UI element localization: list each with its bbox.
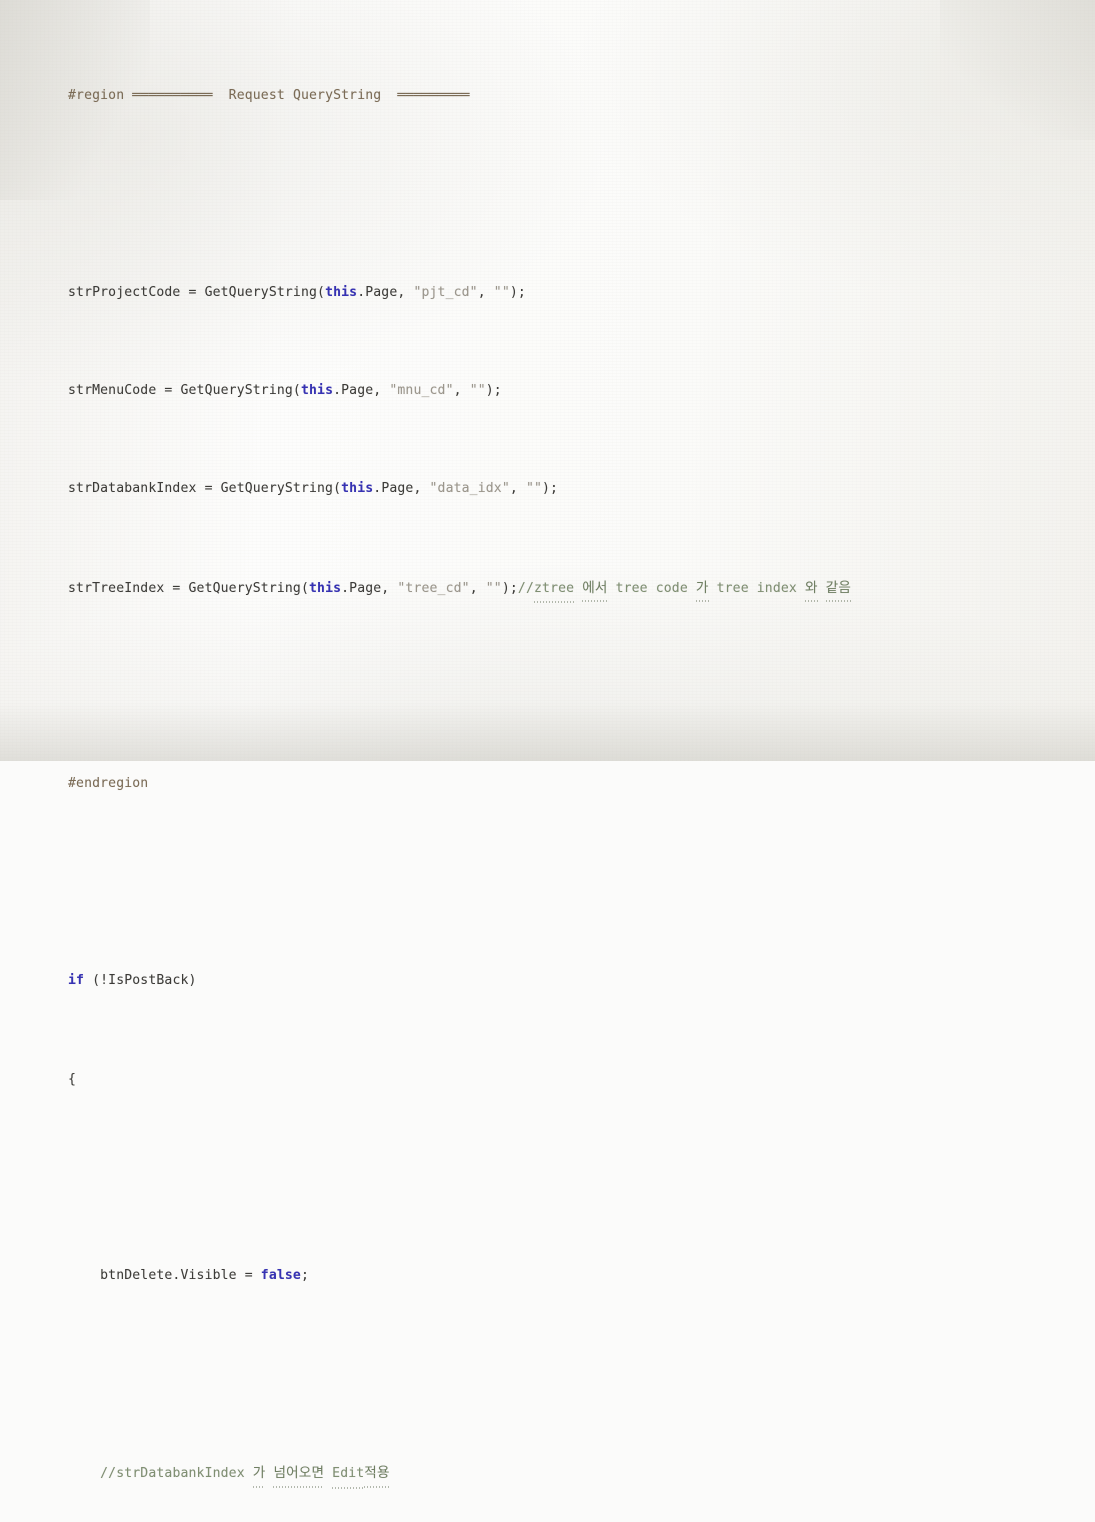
- identifier: strProjectCode = GetQueryString(: [68, 284, 326, 300]
- identifier: ,: [477, 284, 494, 300]
- keyword-this: this: [309, 580, 342, 596]
- identifier: );: [501, 580, 518, 596]
- identifier: .Page,: [341, 580, 398, 596]
- region-rule-right: ═════════: [397, 87, 470, 103]
- comment: //strDatabankIndex 가 넘어오면 Edit적용: [100, 1465, 390, 1489]
- identifier: .Page,: [333, 382, 390, 398]
- identifier: strTreeIndex = GetQueryString(: [68, 580, 309, 596]
- keyword-this: this: [300, 382, 334, 398]
- code-line: #region ══════════ Request QueryString ═…: [0, 84, 1095, 109]
- identifier: ;: [300, 1268, 310, 1284]
- identifier: .Page,: [373, 481, 430, 497]
- identifier: );: [509, 284, 526, 300]
- code-line: //strDatabankIndex 가 넘어오면 Edit적용: [0, 1461, 1095, 1489]
- keyword-this: this: [325, 284, 358, 300]
- identifier: .Page,: [357, 284, 414, 300]
- code-line: strTreeIndex = GetQueryString(this.Page,…: [0, 576, 1095, 603]
- region-rule-left: ══════════: [132, 87, 213, 103]
- brace-open: {: [68, 1071, 77, 1087]
- string-literal: "data_idx": [429, 481, 510, 497]
- inline-comment: //ztree 에서 tree code 가 tree index 와 같음: [518, 580, 852, 603]
- string-literal: "": [525, 481, 543, 497]
- identifier: strMenuCode = GetQueryString(: [68, 382, 301, 398]
- identifier: btnDelete.Visible =: [68, 1268, 261, 1284]
- string-literal: "": [469, 382, 486, 398]
- endregion-directive: #endregion: [68, 776, 149, 792]
- code-line: strProjectCode = GetQueryString(this.Pag…: [0, 281, 1095, 306]
- code-line: if (!IsPostBack): [0, 969, 1095, 994]
- identifier: ,: [453, 382, 470, 398]
- string-literal: "": [485, 580, 502, 596]
- code-listing: #region ══════════ Request QueryString ═…: [0, 0, 1095, 1522]
- identifier: ,: [509, 481, 526, 497]
- string-literal: "pjt_cd": [413, 284, 478, 300]
- string-literal: "tree_cd": [397, 580, 470, 596]
- identifier: strDatabankIndex = GetQueryString(: [68, 481, 342, 497]
- string-literal: "mnu_cd": [389, 382, 454, 398]
- identifier: );: [542, 481, 559, 497]
- identifier: );: [485, 382, 502, 398]
- region-directive: #region: [68, 87, 133, 103]
- code-line: btnDelete.Visible = false;: [0, 1264, 1095, 1289]
- keyword-this: this: [341, 481, 374, 497]
- string-literal: "": [493, 284, 510, 300]
- keyword-false: false: [260, 1268, 301, 1284]
- code-line: {: [0, 1068, 1095, 1093]
- code-line: strMenuCode = GetQueryString(this.Page, …: [0, 379, 1095, 404]
- code-line: strDatabankIndex = GetQueryString(this.P…: [0, 477, 1095, 502]
- identifier: ,: [469, 580, 486, 596]
- region-label: Request QueryString: [212, 87, 398, 103]
- identifier: (!IsPostBack): [84, 973, 197, 989]
- code-line: #endregion: [0, 772, 1095, 797]
- keyword-if: if: [68, 973, 85, 989]
